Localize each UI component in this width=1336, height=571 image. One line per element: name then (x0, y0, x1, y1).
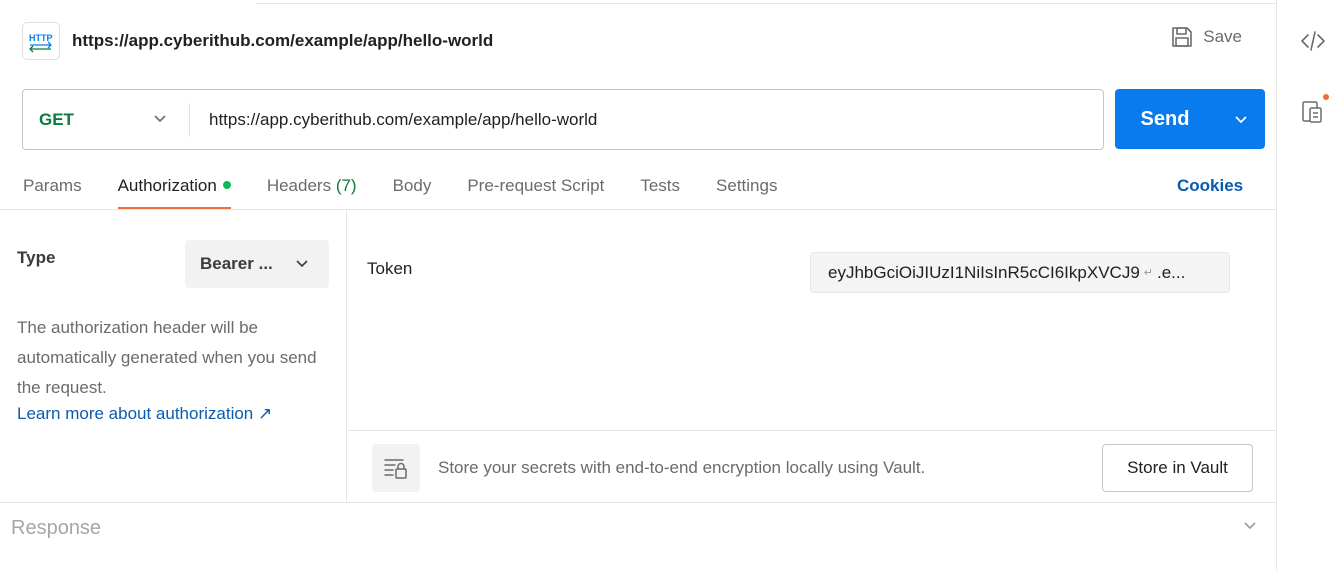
floppy-disk-icon (1172, 27, 1193, 47)
tab-body[interactable]: Body (393, 170, 432, 210)
tab-tests[interactable]: Tests (640, 170, 680, 210)
url-input[interactable]: https://app.cyberithub.com/example/app/h… (190, 90, 1103, 149)
token-value: eyJhbGciOiJIUzI1NiIsInR5cCI6IkpXVCJ9 (828, 262, 1140, 282)
tab-label: Headers (266, 176, 332, 195)
status-dot (222, 180, 231, 189)
cookies-link[interactable]: Cookies (1177, 176, 1243, 196)
response-panel[interactable]: Response (0, 502, 1276, 571)
tab-label: Pre-request Script (467, 176, 605, 195)
right-sidebar-rail (1276, 0, 1336, 571)
tab-headers[interactable]: Headers (7) (267, 170, 357, 210)
auth-type-select[interactable]: Bearer ... (185, 240, 329, 288)
svg-text:HTTP: HTTP (29, 33, 53, 43)
vault-banner: Store your secrets with end-to-end encry… (348, 430, 1276, 502)
send-button[interactable]: Send (1115, 89, 1265, 149)
vault-message: Store your secrets with end-to-end encry… (438, 458, 926, 477)
tab-pre-request-script[interactable]: Pre-request Script (467, 170, 604, 210)
token-label: Token (367, 259, 413, 278)
top-edge-divider (256, 0, 1276, 4)
tab-label: Body (392, 176, 432, 195)
save-button[interactable]: Save (1171, 26, 1242, 48)
token-input[interactable]: eyJhbGciOiJIUzI1NiIsInR5cCI6IkpXVCJ9 ↵ .… (810, 252, 1230, 293)
save-label: Save (1203, 27, 1242, 46)
learn-more-link[interactable]: Learn more about authorization ↗ (17, 404, 272, 424)
line-break-glyph: ↵ (1143, 267, 1153, 279)
chevron-down-icon[interactable] (1233, 111, 1249, 127)
tab-label: Settings (716, 176, 778, 195)
method-select[interactable]: GET (23, 90, 189, 149)
token-value-continued: .e... (1157, 262, 1186, 282)
response-label: Response (11, 517, 102, 539)
method-label: GET (39, 109, 74, 129)
auth-type-panel: Type Bearer ... The authorization header… (0, 210, 347, 502)
url-bar: GET https://app.cyberithub.com/example/a… (22, 89, 1104, 150)
store-in-vault-button[interactable]: Store in Vault (1102, 444, 1253, 492)
http-icon: HTTP (22, 22, 60, 60)
tab-settings[interactable]: Settings (716, 170, 777, 210)
request-tabs: Params Authorization Headers (7) Body Pr… (23, 170, 813, 210)
chevron-down-icon (296, 260, 308, 268)
code-icon[interactable] (1299, 27, 1327, 55)
tab-label: Params (23, 176, 82, 195)
tab-params[interactable]: Params (23, 170, 82, 210)
tab-authorization[interactable]: Authorization (117, 170, 232, 210)
auth-type-value: Bearer ... (200, 254, 273, 273)
tab-count-badge: (7) (335, 176, 357, 195)
request-title[interactable]: https://app.cyberithub.com/example/app/h… (72, 31, 493, 51)
request-header: HTTP https://app.cyberithub.com/example/… (22, 22, 1252, 60)
auth-description: The authorization header will be automat… (17, 318, 317, 397)
tab-label: Tests (640, 176, 681, 195)
chevron-down-icon[interactable] (1242, 518, 1258, 534)
vault-lock-icon (372, 444, 420, 492)
notification-dot (1321, 92, 1331, 102)
documentation-icon[interactable] (1299, 92, 1331, 126)
tab-label: Authorization (117, 176, 217, 195)
chevron-down-icon (154, 115, 166, 123)
type-label: Type (17, 248, 56, 267)
send-label: Send (1140, 107, 1190, 130)
